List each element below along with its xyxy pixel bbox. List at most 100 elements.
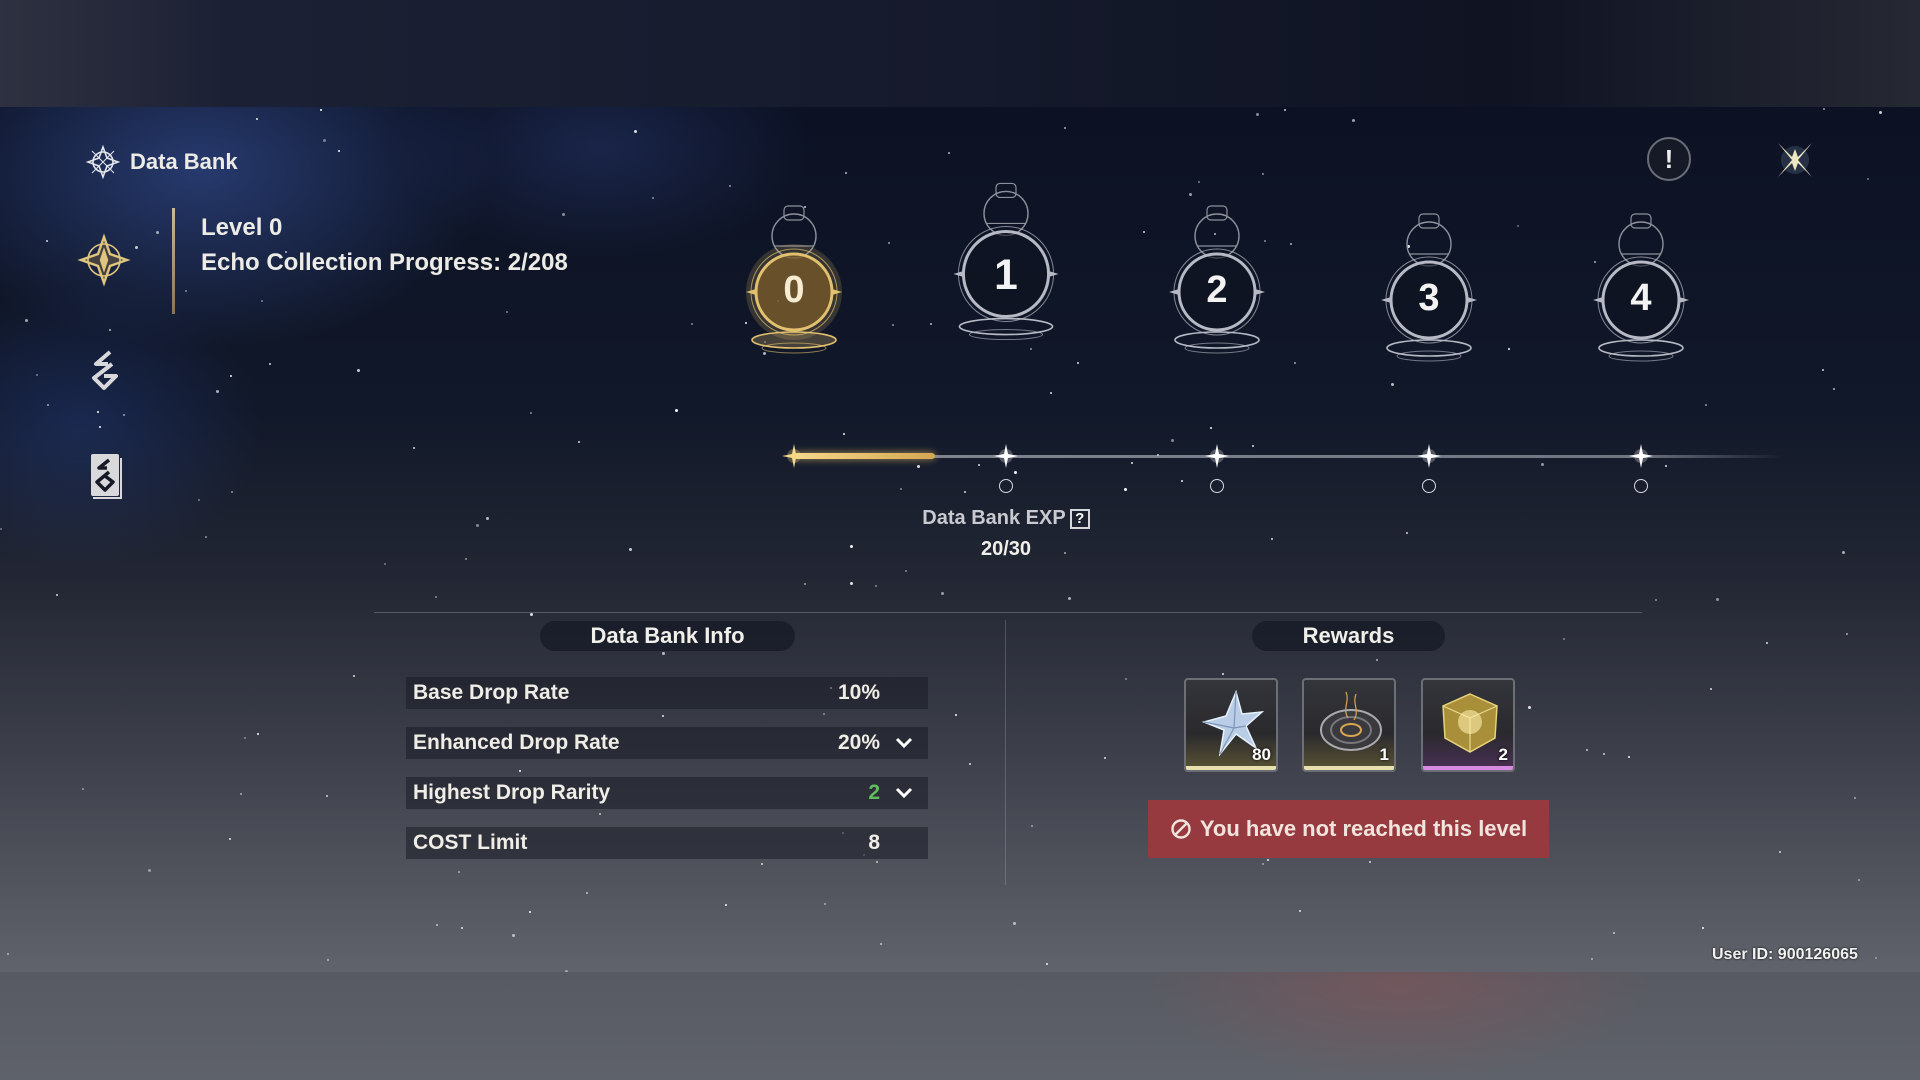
info-row-highest-drop-rarity[interactable]: Highest Drop Rarity 2: [406, 777, 928, 809]
star: [229, 838, 231, 840]
star: [634, 130, 637, 133]
level-node-4[interactable]: 4: [1581, 208, 1701, 378]
star: [1222, 673, 1224, 675]
star: [1766, 642, 1768, 644]
star: [1124, 488, 1127, 491]
star: [888, 242, 890, 244]
star: [905, 570, 907, 572]
level-reward-indicator[interactable]: [999, 479, 1013, 493]
reward-item-crystal-star[interactable]: 80: [1184, 678, 1278, 772]
star: [1262, 863, 1264, 865]
star: [244, 737, 246, 739]
exp-label-text: Data Bank EXP: [922, 507, 1066, 529]
sidebar-item-echo-tuning[interactable]: [77, 343, 131, 397]
star: [1271, 538, 1273, 540]
star: [82, 788, 84, 790]
level-marker-spark-icon: [1203, 442, 1231, 470]
book-glyph-icon: [91, 454, 122, 499]
level-node-3[interactable]: 3: [1369, 208, 1489, 378]
sidebar-item-data-bank[interactable]: [77, 233, 131, 287]
star: [964, 491, 966, 493]
star: [486, 517, 489, 520]
star: [1779, 851, 1781, 853]
star: [1858, 879, 1860, 881]
close-star-icon: [1778, 143, 1812, 177]
star: [1046, 963, 1048, 965]
chevron-down-icon[interactable]: [880, 737, 928, 749]
level-reward-indicator[interactable]: [1210, 479, 1224, 493]
star: [1517, 225, 1519, 227]
level-marker-spark-icon: [1627, 442, 1655, 470]
star: [941, 592, 944, 595]
star: [845, 172, 847, 174]
info-row-value: 20%: [837, 731, 880, 754]
star: [1064, 127, 1066, 129]
rarity-bar: [1423, 766, 1513, 770]
star: [1125, 678, 1127, 680]
echo-glyph-icon: [92, 350, 118, 390]
star: [148, 869, 151, 872]
level-node-2[interactable]: 2: [1157, 200, 1277, 370]
star: [1586, 749, 1588, 751]
level-node-0[interactable]: 0: [734, 200, 854, 370]
close-button[interactable]: [1770, 135, 1820, 185]
chevron-down-icon[interactable]: [880, 787, 928, 799]
current-level: Level 0: [201, 214, 283, 241]
info-row-label: Base Drop Rate: [413, 681, 570, 704]
star: [353, 675, 355, 677]
star: [978, 464, 980, 466]
star: [955, 714, 957, 716]
star: [1716, 598, 1719, 601]
star: [1655, 599, 1657, 601]
star: [458, 871, 460, 873]
prohibited-icon: [1171, 819, 1191, 839]
tuner-disc-icon: [1320, 691, 1382, 751]
level-number: 4: [1630, 277, 1652, 319]
section-divider-horizontal: [374, 612, 1642, 613]
reward-item-tuner-disc[interactable]: 1: [1302, 678, 1396, 772]
star: [880, 943, 882, 945]
star: [231, 491, 233, 493]
info-button[interactable]: !: [1647, 137, 1691, 181]
star: [1391, 383, 1394, 386]
level-locked-button[interactable]: You have not reached this level: [1148, 800, 1549, 858]
star: [1290, 243, 1292, 245]
info-row-enhanced-drop-rate[interactable]: Enhanced Drop Rate 20%: [406, 727, 928, 759]
star: [804, 583, 806, 585]
star: [892, 324, 894, 326]
star: [875, 585, 877, 587]
star: [1267, 859, 1269, 861]
star: [529, 911, 531, 913]
star: [675, 409, 678, 412]
star: [843, 433, 845, 435]
help-icon[interactable]: ?: [1069, 508, 1090, 529]
level-reward-indicator[interactable]: [1634, 479, 1648, 493]
level-number: 0: [783, 269, 805, 311]
star: [476, 524, 479, 527]
star: [652, 197, 654, 199]
star: [1846, 633, 1848, 635]
star: [729, 185, 731, 187]
level-number: 1: [994, 251, 1018, 299]
star: [1143, 231, 1145, 233]
level-reward-indicator[interactable]: [1422, 479, 1436, 493]
star: [198, 499, 200, 501]
star: [1210, 427, 1212, 429]
star: [97, 411, 99, 413]
star: [240, 793, 242, 795]
star: [109, 329, 111, 331]
level-progress-fill: [794, 453, 935, 459]
star: [0, 528, 2, 530]
sidebar-item-echo-catalog[interactable]: [78, 450, 132, 504]
reward-item-golden-cube[interactable]: 2: [1421, 678, 1515, 772]
star: [46, 240, 48, 242]
data-bank-emblem-icon: [77, 233, 131, 287]
star: [629, 548, 632, 551]
data-bank-emblem-icon: [85, 144, 121, 180]
star: [1867, 178, 1869, 180]
star: [1705, 404, 1707, 406]
info-row-label: Enhanced Drop Rate: [413, 731, 620, 754]
star: [156, 231, 159, 234]
level-node-1[interactable]: 1: [946, 182, 1066, 352]
star: [1256, 113, 1259, 116]
